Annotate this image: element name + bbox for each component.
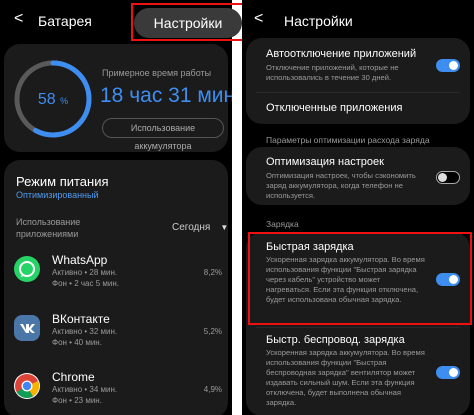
app-row-vkontakte[interactable]: ВКонтакте Активно • 32 мин. Фон • 40 мин… xyxy=(0,312,232,362)
battery-screen: < Батарея 58 % Примерное время работы 18… xyxy=(0,0,232,415)
battery-percent-unit: % xyxy=(60,96,69,106)
divider xyxy=(256,327,460,328)
app-active-time: Активно • 28 мин. xyxy=(52,268,118,277)
toggle-knob xyxy=(438,173,447,182)
app-percent: 5,2% xyxy=(203,327,222,336)
apps-usage-label-line1: Использование xyxy=(16,217,81,227)
estimate-time: 18 час 31 мин. xyxy=(100,84,232,107)
fast-charge-highlight-frame xyxy=(248,232,472,325)
power-mode-title[interactable]: Режим питания xyxy=(16,174,109,189)
app-percent: 4,9% xyxy=(203,385,222,394)
optimize-desc: Оптимизация настроек, чтобы сэкономить з… xyxy=(266,171,416,200)
chrome-icon xyxy=(14,373,40,399)
screenshot: < Батарея 58 % Примерное время работы 18… xyxy=(0,0,474,415)
auto-off-toggle[interactable] xyxy=(436,59,460,72)
app-name: WhatsApp xyxy=(52,253,108,267)
period-value: Сегодня xyxy=(172,222,211,233)
header: < Настройки xyxy=(242,0,474,40)
optimize-toggle[interactable] xyxy=(436,171,460,184)
app-percent: 8,2% xyxy=(203,268,222,277)
vk-glyph xyxy=(20,324,35,333)
app-active-time: Активно • 32 мин. xyxy=(52,327,118,336)
disabled-apps-title[interactable]: Отключенные приложения xyxy=(266,102,402,114)
dropdown-arrow-icon: ▼ xyxy=(220,223,229,232)
wireless-charge-toggle[interactable] xyxy=(436,366,460,379)
app-background-time: Фон • 23 мин. xyxy=(52,396,102,405)
period-dropdown[interactable]: Сегодня ▼ xyxy=(172,222,228,233)
back-arrow-icon[interactable]: < xyxy=(254,10,263,28)
app-name: Chrome xyxy=(52,370,95,384)
whatsapp-icon xyxy=(14,256,40,282)
back-arrow-icon[interactable]: < xyxy=(14,10,23,28)
auto-off-desc: Отключение приложений, которые не исполь… xyxy=(266,63,399,82)
battery-usage-button[interactable]: Использование аккумулятора xyxy=(102,118,224,151)
section-optimization-label: Параметры оптимизации расхода заряда xyxy=(266,135,430,145)
page-title: Настройки xyxy=(284,13,353,29)
apps-usage-label-line2: приложениями xyxy=(16,229,79,239)
toggle-knob xyxy=(449,61,458,70)
toggle-knob xyxy=(449,368,458,377)
apps-usage-label: Использование приложениями xyxy=(16,216,80,240)
settings-screen: < Настройки Автоотключение приложений От… xyxy=(242,0,474,415)
app-background-time: Фон • 40 мин. xyxy=(52,338,102,347)
vk-icon xyxy=(14,315,40,341)
power-mode-value: Оптимизированный xyxy=(16,190,99,200)
page-title: Батарея xyxy=(38,13,92,29)
divider xyxy=(256,92,460,93)
wireless-charge-title[interactable]: Быстр. беспровод. зарядка xyxy=(266,334,405,346)
battery-percent-value: 58 xyxy=(37,91,56,108)
section-charging-label: Зарядка xyxy=(266,219,299,229)
app-background-time: Фон • 2 час 5 мин. xyxy=(52,279,119,288)
settings-button[interactable]: Настройки xyxy=(134,8,242,38)
app-row-chrome[interactable]: Chrome Активно • 34 мин. Фон • 23 мин. 4… xyxy=(0,370,232,415)
whatsapp-glyph xyxy=(19,261,35,277)
battery-percent: 58 % xyxy=(12,91,94,109)
auto-off-title[interactable]: Автоотключение приложений xyxy=(266,48,416,60)
chrome-glyph xyxy=(15,374,40,399)
app-active-time: Активно • 34 мин. xyxy=(52,385,118,394)
app-name: ВКонтакте xyxy=(52,312,110,326)
app-row-whatsapp[interactable]: WhatsApp Активно • 28 мин. Фон • 2 час 5… xyxy=(0,253,232,303)
optimize-title[interactable]: Оптимизация настроек xyxy=(266,156,384,168)
wireless-charge-desc: Ускоренная зарядка аккумулятора. Во врем… xyxy=(266,348,425,407)
estimate-label: Примерное время работы xyxy=(102,68,212,78)
